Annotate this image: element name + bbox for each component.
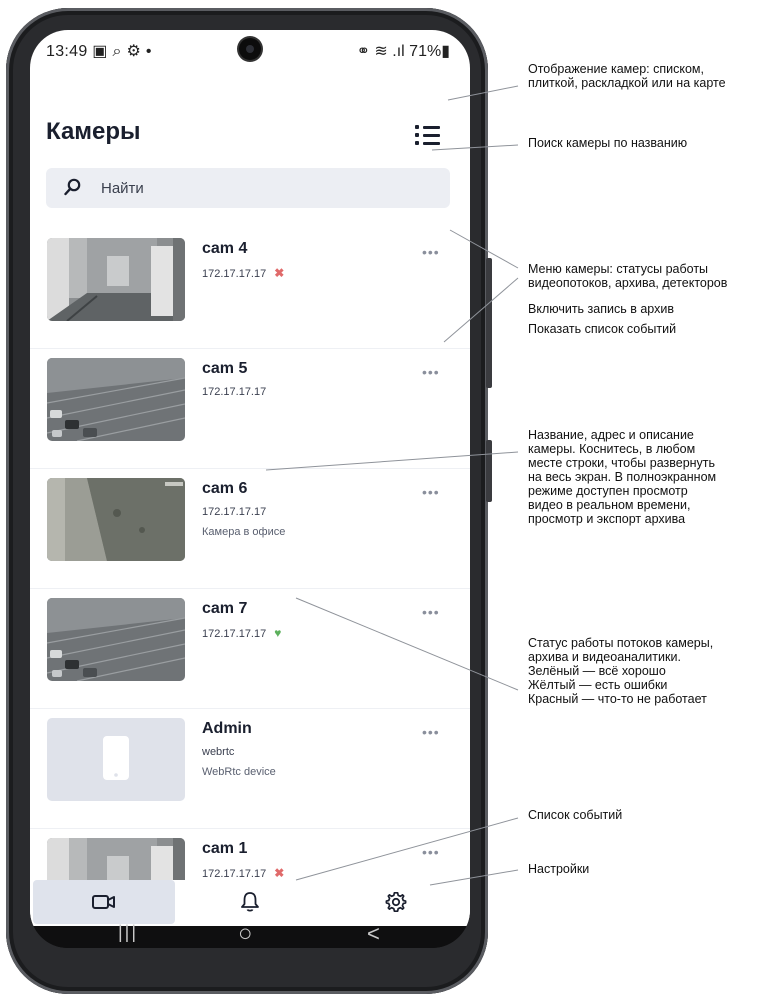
camera-name: cam 5	[202, 360, 248, 377]
annotation-events-tab: Список событий	[528, 808, 623, 822]
annotation-status: Статус работы потоков камеры, архива и ви…	[528, 636, 714, 706]
back-button[interactable]: <	[367, 921, 380, 947]
annotation-menu: Меню камеры: статусы работы видеопотоков,…	[528, 262, 728, 290]
camera-address: 172.17.17.17	[202, 386, 267, 398]
camera-description: Камера в офисе	[202, 526, 286, 538]
camera-row[interactable]: cam 1 172.17.17.17 ✖ •••	[30, 828, 470, 880]
page-title: Камеры	[46, 118, 141, 145]
system-nav-bar: ||| ○ <	[30, 920, 470, 948]
power-button	[486, 440, 492, 502]
phone-screen: 13:49 ▣ ⌕ ⚙ • ⚭ ≋ .ıl 71%▮ Камеры Найти …	[30, 30, 470, 948]
more-menu-button[interactable]: •••	[422, 844, 440, 860]
camera-address: 172.17.17.17 ✖	[202, 266, 285, 280]
camera-thumbnail[interactable]	[47, 838, 185, 880]
volume-button	[486, 258, 492, 388]
status-error-icon: ✖	[274, 266, 285, 280]
annotation-events-list: Показать список событий	[528, 322, 677, 336]
tab-cameras[interactable]	[33, 880, 175, 924]
camera-thumbnail[interactable]	[47, 238, 185, 321]
camera-name: cam 4	[202, 240, 248, 257]
more-menu-button[interactable]: •••	[422, 364, 440, 380]
more-menu-button[interactable]: •••	[422, 244, 440, 260]
status-time: 13:49 ▣ ⌕ ⚙ •	[46, 43, 152, 60]
app-screen: Камеры Найти cam 4 172.17.17.17 ✖ ••• cam 51…	[30, 68, 470, 926]
more-menu-button[interactable]: •••	[422, 484, 440, 500]
camera-thumbnail[interactable]	[47, 598, 185, 681]
search-input[interactable]: Найти	[46, 168, 450, 208]
camera-thumbnail[interactable]	[47, 358, 185, 441]
tab-settings[interactable]	[326, 880, 468, 924]
camera-row[interactable]: cam 4 172.17.17.17 ✖ •••	[30, 228, 470, 349]
camera-row[interactable]: cam 7 172.17.17.17 ♥ •••	[30, 588, 470, 709]
view-mode-button[interactable]	[415, 123, 441, 147]
gear-icon	[385, 891, 407, 913]
camera-name: Admin	[202, 720, 252, 737]
recent-apps-button[interactable]: |||	[118, 922, 138, 943]
status-bar: 13:49 ▣ ⌕ ⚙ • ⚭ ≋ .ıl 71%▮	[30, 30, 470, 68]
annotation-search: Поиск камеры по названию	[528, 136, 688, 150]
annotation-name-desc: Название, адрес и описание камеры. Коснит…	[528, 428, 717, 526]
camera-list: cam 4 172.17.17.17 ✖ ••• cam 5 172.17.17.17 ••…	[30, 228, 470, 880]
camera-address: webrtc	[202, 746, 235, 758]
annotation-record: Включить запись в архив	[528, 302, 674, 316]
annotation-settings-tab: Настройки	[528, 862, 590, 876]
camera-row[interactable]: cam 6 172.17.17.17 Камера в офисе •••	[30, 468, 470, 589]
tab-events[interactable]	[180, 880, 322, 924]
more-menu-button[interactable]: •••	[422, 604, 440, 620]
bell-icon	[241, 892, 259, 912]
status-indicators: ⚭ ≋ .ıl 71%▮	[356, 43, 450, 60]
front-camera	[239, 38, 261, 60]
camera-address: 172.17.17.17 ✖	[202, 866, 285, 880]
camera-row[interactable]: cam 5 172.17.17.17 •••	[30, 348, 470, 469]
camera-name: cam 6	[202, 480, 248, 497]
list-icon	[415, 125, 419, 129]
status-error-icon: ✖	[274, 866, 285, 880]
home-button[interactable]: ○	[238, 920, 253, 948]
camera-address: 172.17.17.17	[202, 506, 267, 518]
camera-description: WebRtc device	[202, 766, 276, 778]
device-thumbnail[interactable]	[47, 718, 185, 801]
camera-name: cam 1	[202, 840, 248, 857]
camera-name: cam 7	[202, 600, 248, 617]
status-ok-icon: ♥	[274, 626, 282, 640]
camera-row[interactable]: Admin webrtc WebRtc device •••	[30, 708, 470, 829]
annotation-view-mode: Отображение камер: списком, плиткой, раск…	[528, 62, 726, 90]
search-placeholder: Найти	[101, 180, 144, 197]
video-camera-icon	[92, 895, 115, 909]
more-menu-button[interactable]: •••	[422, 724, 440, 740]
search-icon	[64, 178, 81, 196]
camera-address: 172.17.17.17 ♥	[202, 626, 282, 640]
camera-thumbnail[interactable]	[47, 478, 185, 561]
